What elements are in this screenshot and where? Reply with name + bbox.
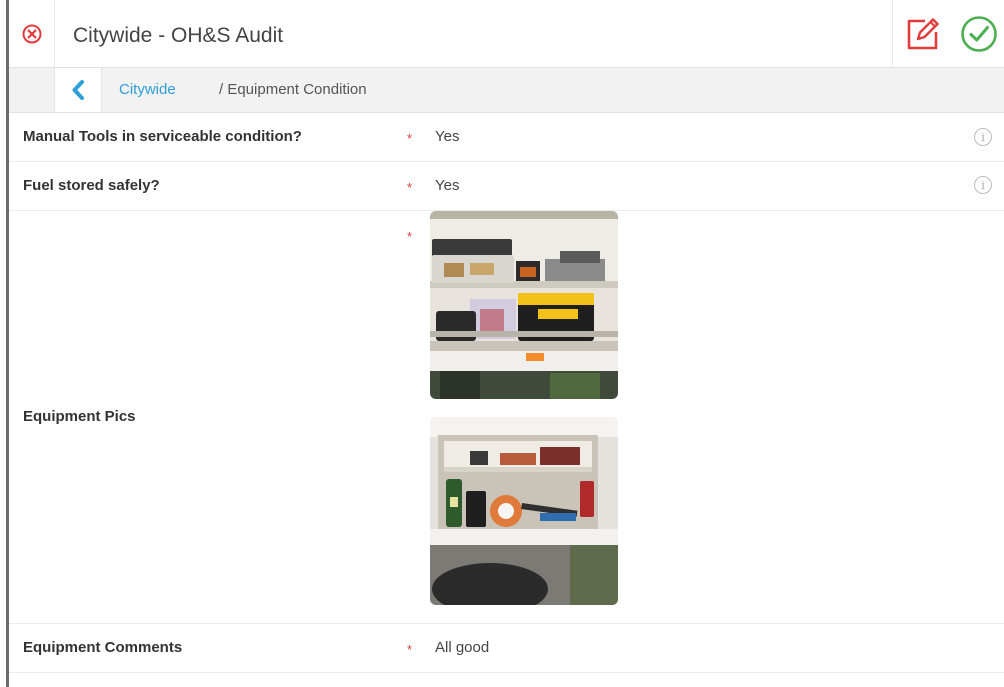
- info-icon[interactable]: i: [974, 176, 992, 194]
- form-row-equipment-pics: Equipment Pics *: [9, 211, 1004, 624]
- field-label: Equipment Pics: [23, 408, 136, 425]
- breadcrumb-parent-link[interactable]: Citywide: [119, 68, 176, 112]
- required-marker: *: [407, 180, 413, 195]
- field-value[interactable]: Yes: [435, 177, 459, 194]
- breadcrumb: Citywide / Equipment Condition: [9, 68, 1004, 113]
- app-header: Citywide - OH&S Audit: [9, 0, 1004, 68]
- required-marker: *: [407, 131, 413, 146]
- equipment-photo-2-image: [430, 417, 618, 605]
- info-icon[interactable]: i: [974, 128, 992, 146]
- required-marker: *: [407, 229, 413, 244]
- back-button[interactable]: [54, 68, 102, 112]
- equipment-photo-2[interactable]: [430, 417, 618, 605]
- field-label: Manual Tools in serviceable condition?: [23, 128, 302, 145]
- form-row-equipment-comments: Equipment Comments * All good: [9, 624, 1004, 673]
- field-value[interactable]: Yes: [435, 128, 459, 145]
- field-value[interactable]: All good: [435, 639, 489, 656]
- breadcrumb-current: / Equipment Condition: [219, 81, 367, 98]
- form-row-fuel-stored: Fuel stored safely? * Yes i: [9, 162, 1004, 211]
- form-row-manual-tools: Manual Tools in serviceable condition? *…: [9, 113, 1004, 162]
- field-label: Equipment Comments: [23, 639, 183, 656]
- close-circle-icon: [22, 24, 41, 43]
- check-circle-icon: [960, 15, 997, 52]
- field-label: Fuel stored safely?: [23, 177, 160, 194]
- required-marker: *: [407, 642, 413, 657]
- close-button[interactable]: [9, 0, 55, 67]
- edit-pencil-icon: [907, 17, 939, 49]
- edit-button[interactable]: [892, 0, 953, 67]
- equipment-photo-1[interactable]: [430, 211, 618, 399]
- chevron-left-icon: [72, 80, 84, 100]
- equipment-photo-1-image: [430, 211, 618, 399]
- page-title: Citywide - OH&S Audit: [73, 24, 284, 47]
- confirm-button[interactable]: [953, 0, 1004, 67]
